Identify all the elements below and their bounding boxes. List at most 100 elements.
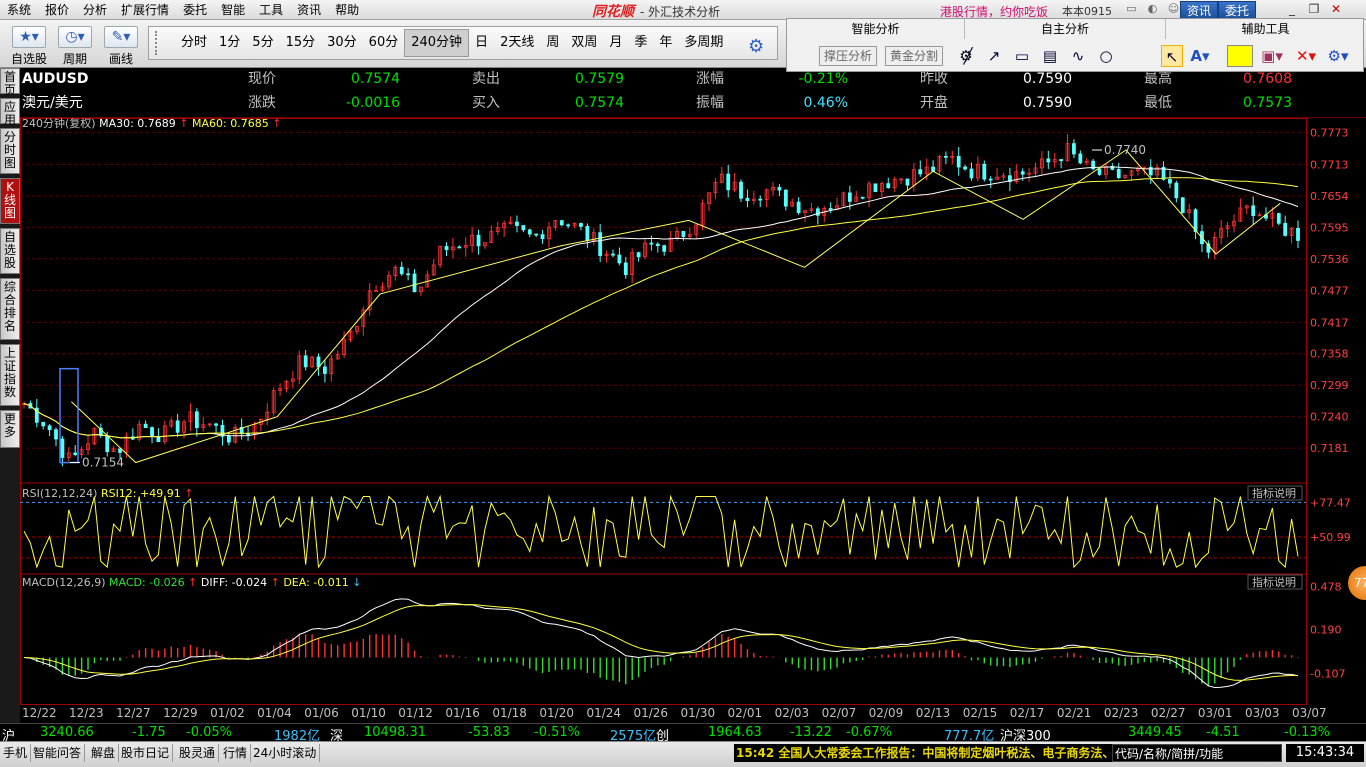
cycle-button[interactable]: ◷▾ 周期 xyxy=(50,24,100,66)
sidebar-tab-2[interactable]: 分时图 xyxy=(0,128,20,174)
sidebar-tab-char: 名 xyxy=(3,319,16,333)
grip-handle[interactable] xyxy=(155,31,167,55)
menu-item-5[interactable]: 智能 xyxy=(214,0,252,20)
aux-settings-gear-icon[interactable]: ⚙▾ xyxy=(1327,45,1349,67)
candle-body xyxy=(860,196,865,199)
period-tab-9[interactable]: 周 xyxy=(540,30,565,56)
watchlist-label: 自选股 xyxy=(10,52,47,66)
trade-button[interactable]: 委托 xyxy=(1218,1,1257,19)
bottom-tab-4[interactable]: 股灵通 xyxy=(176,744,220,762)
close-icon[interactable]: ✕ xyxy=(1326,1,1346,18)
candle-body xyxy=(873,183,878,193)
menu-item-7[interactable]: 资讯 xyxy=(290,0,328,20)
period-tab-0[interactable]: 分时 xyxy=(175,30,213,56)
restore-icon[interactable]: ❐ xyxy=(1304,1,1324,18)
period-settings-gear-icon[interactable]: ⚙ xyxy=(748,36,764,57)
bottom-tab-5[interactable]: 行情 xyxy=(220,744,252,762)
candle-body xyxy=(527,229,532,235)
ellipse-tool-icon[interactable]: ○ xyxy=(1095,45,1117,67)
delete-tool-icon[interactable]: ✕▾ xyxy=(1295,45,1317,67)
ray-tool-icon[interactable]: ↗ xyxy=(983,45,1005,67)
menu-item-8[interactable]: 帮助 xyxy=(328,0,366,20)
date-tick-label: 02/23 xyxy=(1103,706,1139,720)
color-swatch[interactable] xyxy=(1227,45,1253,67)
macd-tick-label: 0.190 xyxy=(1310,623,1342,636)
candle-body xyxy=(303,355,308,368)
sidebar-tab-1[interactable]: 应用 xyxy=(0,98,20,127)
date-tick-label: 02/17 xyxy=(1009,706,1045,720)
monitor-icon[interactable]: ▭ xyxy=(1124,2,1139,17)
golden-section-button[interactable]: 黄金分割 xyxy=(885,46,944,66)
period-tab-14[interactable]: 多周期 xyxy=(678,30,729,56)
candle-body xyxy=(726,173,731,191)
wave-tool-icon[interactable]: ∿ xyxy=(1067,45,1089,67)
menu-item-3[interactable]: 扩展行情 xyxy=(114,0,176,20)
line-tool-icon[interactable]: ╱ xyxy=(957,45,979,67)
sidebar-tab-3[interactable]: K线图 xyxy=(0,178,20,224)
bottom-tab-1[interactable]: 智能问答 xyxy=(30,744,86,762)
menu-item-1[interactable]: 报价 xyxy=(38,0,76,20)
user-icon[interactable]: ☺ xyxy=(1166,2,1181,17)
period-tab-13[interactable]: 年 xyxy=(653,30,678,56)
sidebar-tab-7[interactable]: 更多 xyxy=(0,410,20,448)
draw-button[interactable]: ✎▾ 画线 xyxy=(96,24,146,66)
period-tab-10[interactable]: 双周 xyxy=(565,30,603,56)
support-resistance-button[interactable]: 撑压分析 xyxy=(819,46,878,66)
candle-body xyxy=(457,246,462,249)
sidebar-tab-char: 用 xyxy=(3,113,16,127)
sidebar-tab-6[interactable]: 上证指数 xyxy=(0,344,20,406)
period-tab-4[interactable]: 30分 xyxy=(321,30,363,56)
period-tab-8[interactable]: 2天线 xyxy=(494,30,540,56)
bottom-tab-0[interactable]: 手机 xyxy=(0,744,32,762)
date-tick-label: 02/27 xyxy=(1150,706,1186,720)
quote-value-1-0: -0.0016 xyxy=(345,95,400,111)
bottom-tab-6[interactable]: 24小时滚动 xyxy=(250,744,321,762)
date-tick-label: 02/15 xyxy=(962,706,998,720)
period-tab-12[interactable]: 季 xyxy=(628,30,653,56)
menu-item-4[interactable]: 委托 xyxy=(176,0,214,20)
period-tab-1[interactable]: 1分 xyxy=(213,30,246,56)
news-button[interactable]: 资讯 xyxy=(1180,1,1219,19)
pencil-icon: ✎▾ xyxy=(104,26,138,48)
period-tab-6[interactable]: 240分钟 xyxy=(404,29,470,57)
ticker-field-17: -4.51 xyxy=(1206,725,1240,740)
candle-body xyxy=(1251,205,1256,216)
menu-item-0[interactable]: 系统 xyxy=(0,0,38,20)
period-tab-11[interactable]: 月 xyxy=(603,30,628,56)
candle-body xyxy=(1020,171,1025,175)
candle-body xyxy=(322,366,327,374)
watchlist-button[interactable]: ★▾ 自选股 xyxy=(4,24,54,66)
sidebar-tab-4[interactable]: 自选股 xyxy=(0,228,20,274)
news-ticker[interactable]: 15:42 全国人大常委会工作报告：中国将制定烟叶税法、电子商务法、 xyxy=(734,744,1114,762)
quote-label-1-3: 开盘 xyxy=(920,95,948,111)
date-tick-label: 12/27 xyxy=(116,706,151,720)
period-tab-2[interactable]: 5分 xyxy=(246,30,279,56)
period-tab-7[interactable]: 日 xyxy=(469,30,494,56)
date-tick-label: 03/03 xyxy=(1244,706,1280,720)
period-tab-5[interactable]: 60分 xyxy=(363,30,405,56)
channel-tool-icon[interactable]: ▤ xyxy=(1039,45,1061,67)
candle-body xyxy=(988,178,993,181)
price-tick-label: 0.7713 xyxy=(1310,158,1349,171)
sidebar-tab-5[interactable]: 综合排名 xyxy=(0,278,20,340)
menu-item-6[interactable]: 工具 xyxy=(252,0,290,20)
period-tab-3[interactable]: 15分 xyxy=(280,30,322,56)
date-tick-label: 02/07 xyxy=(821,706,857,720)
bottom-tab-2[interactable]: 解盘 xyxy=(88,744,120,762)
minimize-icon[interactable]: _ xyxy=(1282,1,1302,18)
bottom-tab-3[interactable]: 股市日记 xyxy=(118,744,174,762)
aux-tools-header: 辅助工具 xyxy=(1165,19,1365,39)
candle-body xyxy=(1097,168,1102,175)
rect-tool-icon[interactable]: ▭ xyxy=(1011,45,1033,67)
text-tool-icon[interactable]: A▾ xyxy=(1189,45,1211,67)
cursor-tool-icon[interactable]: ↖ xyxy=(1161,45,1183,67)
sidebar-tab-0[interactable]: 首页 xyxy=(0,68,20,97)
save-template-icon[interactable]: ▣▾ xyxy=(1261,45,1283,67)
date-tick-label: 12/23 xyxy=(69,706,104,720)
menu-item-2[interactable]: 分析 xyxy=(76,0,114,20)
draw-label: 画线 xyxy=(108,52,133,66)
kline-chart[interactable]: 0.7773 0.7713 0.7654 0.7595 0.7536 0.7477 0.74… xyxy=(20,118,1366,705)
skin-icon[interactable]: ◐ xyxy=(1145,2,1160,17)
search-input[interactable]: 代码/名称/简拼/功能 xyxy=(1112,744,1282,762)
date-tick-label: 03/07 xyxy=(1292,706,1327,720)
